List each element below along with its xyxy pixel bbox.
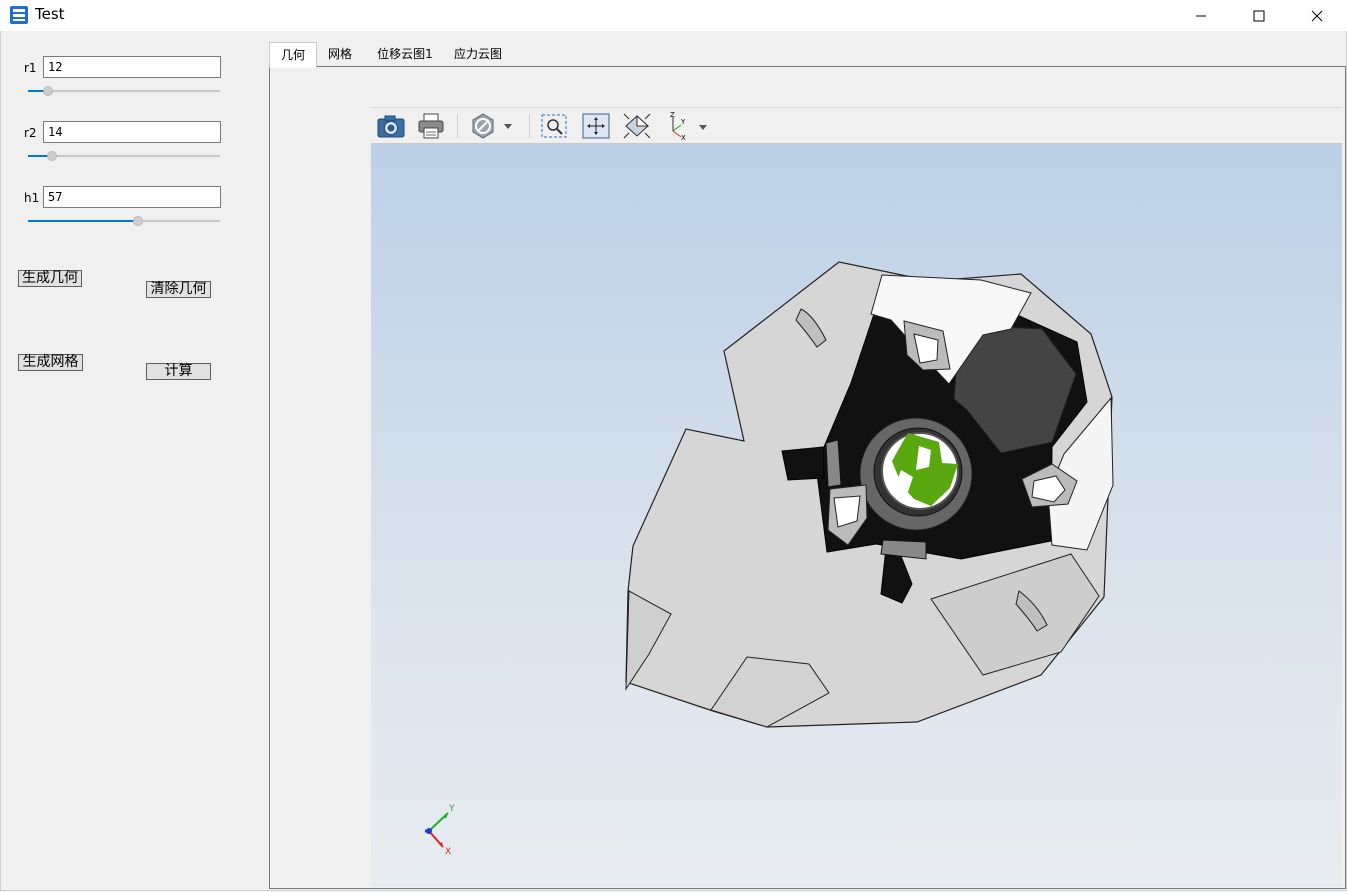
r1-label: r1	[24, 61, 37, 75]
tab-mesh[interactable]: 网格	[321, 42, 359, 66]
viewer-toolbar: Z Y X	[371, 107, 1342, 144]
generate-geometry-button[interactable]: 生成几何	[18, 270, 82, 287]
fit-all-button[interactable]	[579, 111, 613, 141]
fit-all-icon	[582, 113, 610, 139]
toolbar-separator	[529, 114, 530, 138]
screenshot-button[interactable]	[374, 111, 408, 141]
3d-canvas[interactable]: Y X	[371, 144, 1342, 887]
tab-displacement-contour[interactable]: 位移云图1	[371, 42, 439, 66]
toolbar-separator	[457, 114, 458, 138]
axes-view-button[interactable]: Z Y X	[663, 111, 715, 141]
close-icon	[1311, 10, 1323, 21]
maximize-button[interactable]	[1230, 0, 1288, 31]
window-title: Test	[35, 5, 65, 23]
iso-view-button[interactable]	[620, 111, 654, 141]
generate-mesh-button[interactable]: 生成网格	[18, 354, 83, 371]
slider-handle[interactable]	[46, 151, 57, 161]
minimize-icon	[1196, 15, 1206, 16]
h1-label: h1	[24, 191, 40, 205]
clear-geometry-button[interactable]: 清除几何	[146, 281, 211, 298]
axis-triad-icon: Y X	[425, 804, 455, 857]
print-icon	[418, 113, 444, 139]
3d-viewer: Z Y X Y X	[371, 107, 1342, 887]
zoom-box-button[interactable]	[537, 111, 571, 141]
close-button[interactable]	[1288, 0, 1346, 31]
print-button[interactable]	[414, 111, 448, 141]
svg-text:Y: Y	[680, 118, 686, 126]
hide-icon	[472, 113, 512, 139]
axes-view-icon: Z Y X	[670, 111, 707, 141]
slider-handle[interactable]	[133, 216, 144, 226]
title-bar: Test	[0, 0, 1347, 31]
triad-y-label: Y	[448, 804, 455, 814]
slider-handle[interactable]	[43, 86, 54, 96]
svg-text:Z: Z	[670, 111, 675, 119]
compute-button[interactable]: 计算	[146, 363, 211, 380]
svg-text:X: X	[681, 134, 686, 141]
geometry-model	[625, 261, 1114, 728]
r1-input[interactable]	[43, 56, 221, 78]
h1-input[interactable]	[43, 186, 221, 208]
tab-geometry[interactable]: 几何	[269, 42, 317, 68]
h1-slider[interactable]	[28, 215, 220, 227]
iso-view-icon	[623, 113, 651, 139]
minimize-button[interactable]	[1172, 0, 1230, 31]
hide-button[interactable]	[469, 111, 519, 141]
zoom-box-icon	[541, 114, 567, 138]
tab-stress-contour[interactable]: 应力云图	[449, 42, 507, 66]
r2-label: r2	[24, 126, 37, 140]
app-icon	[10, 6, 28, 24]
r2-slider[interactable]	[28, 150, 220, 162]
triad-x-label: X	[445, 847, 451, 857]
r1-slider[interactable]	[28, 85, 220, 97]
r2-input[interactable]	[43, 121, 221, 143]
camera-icon	[377, 115, 405, 138]
maximize-icon	[1253, 10, 1265, 21]
